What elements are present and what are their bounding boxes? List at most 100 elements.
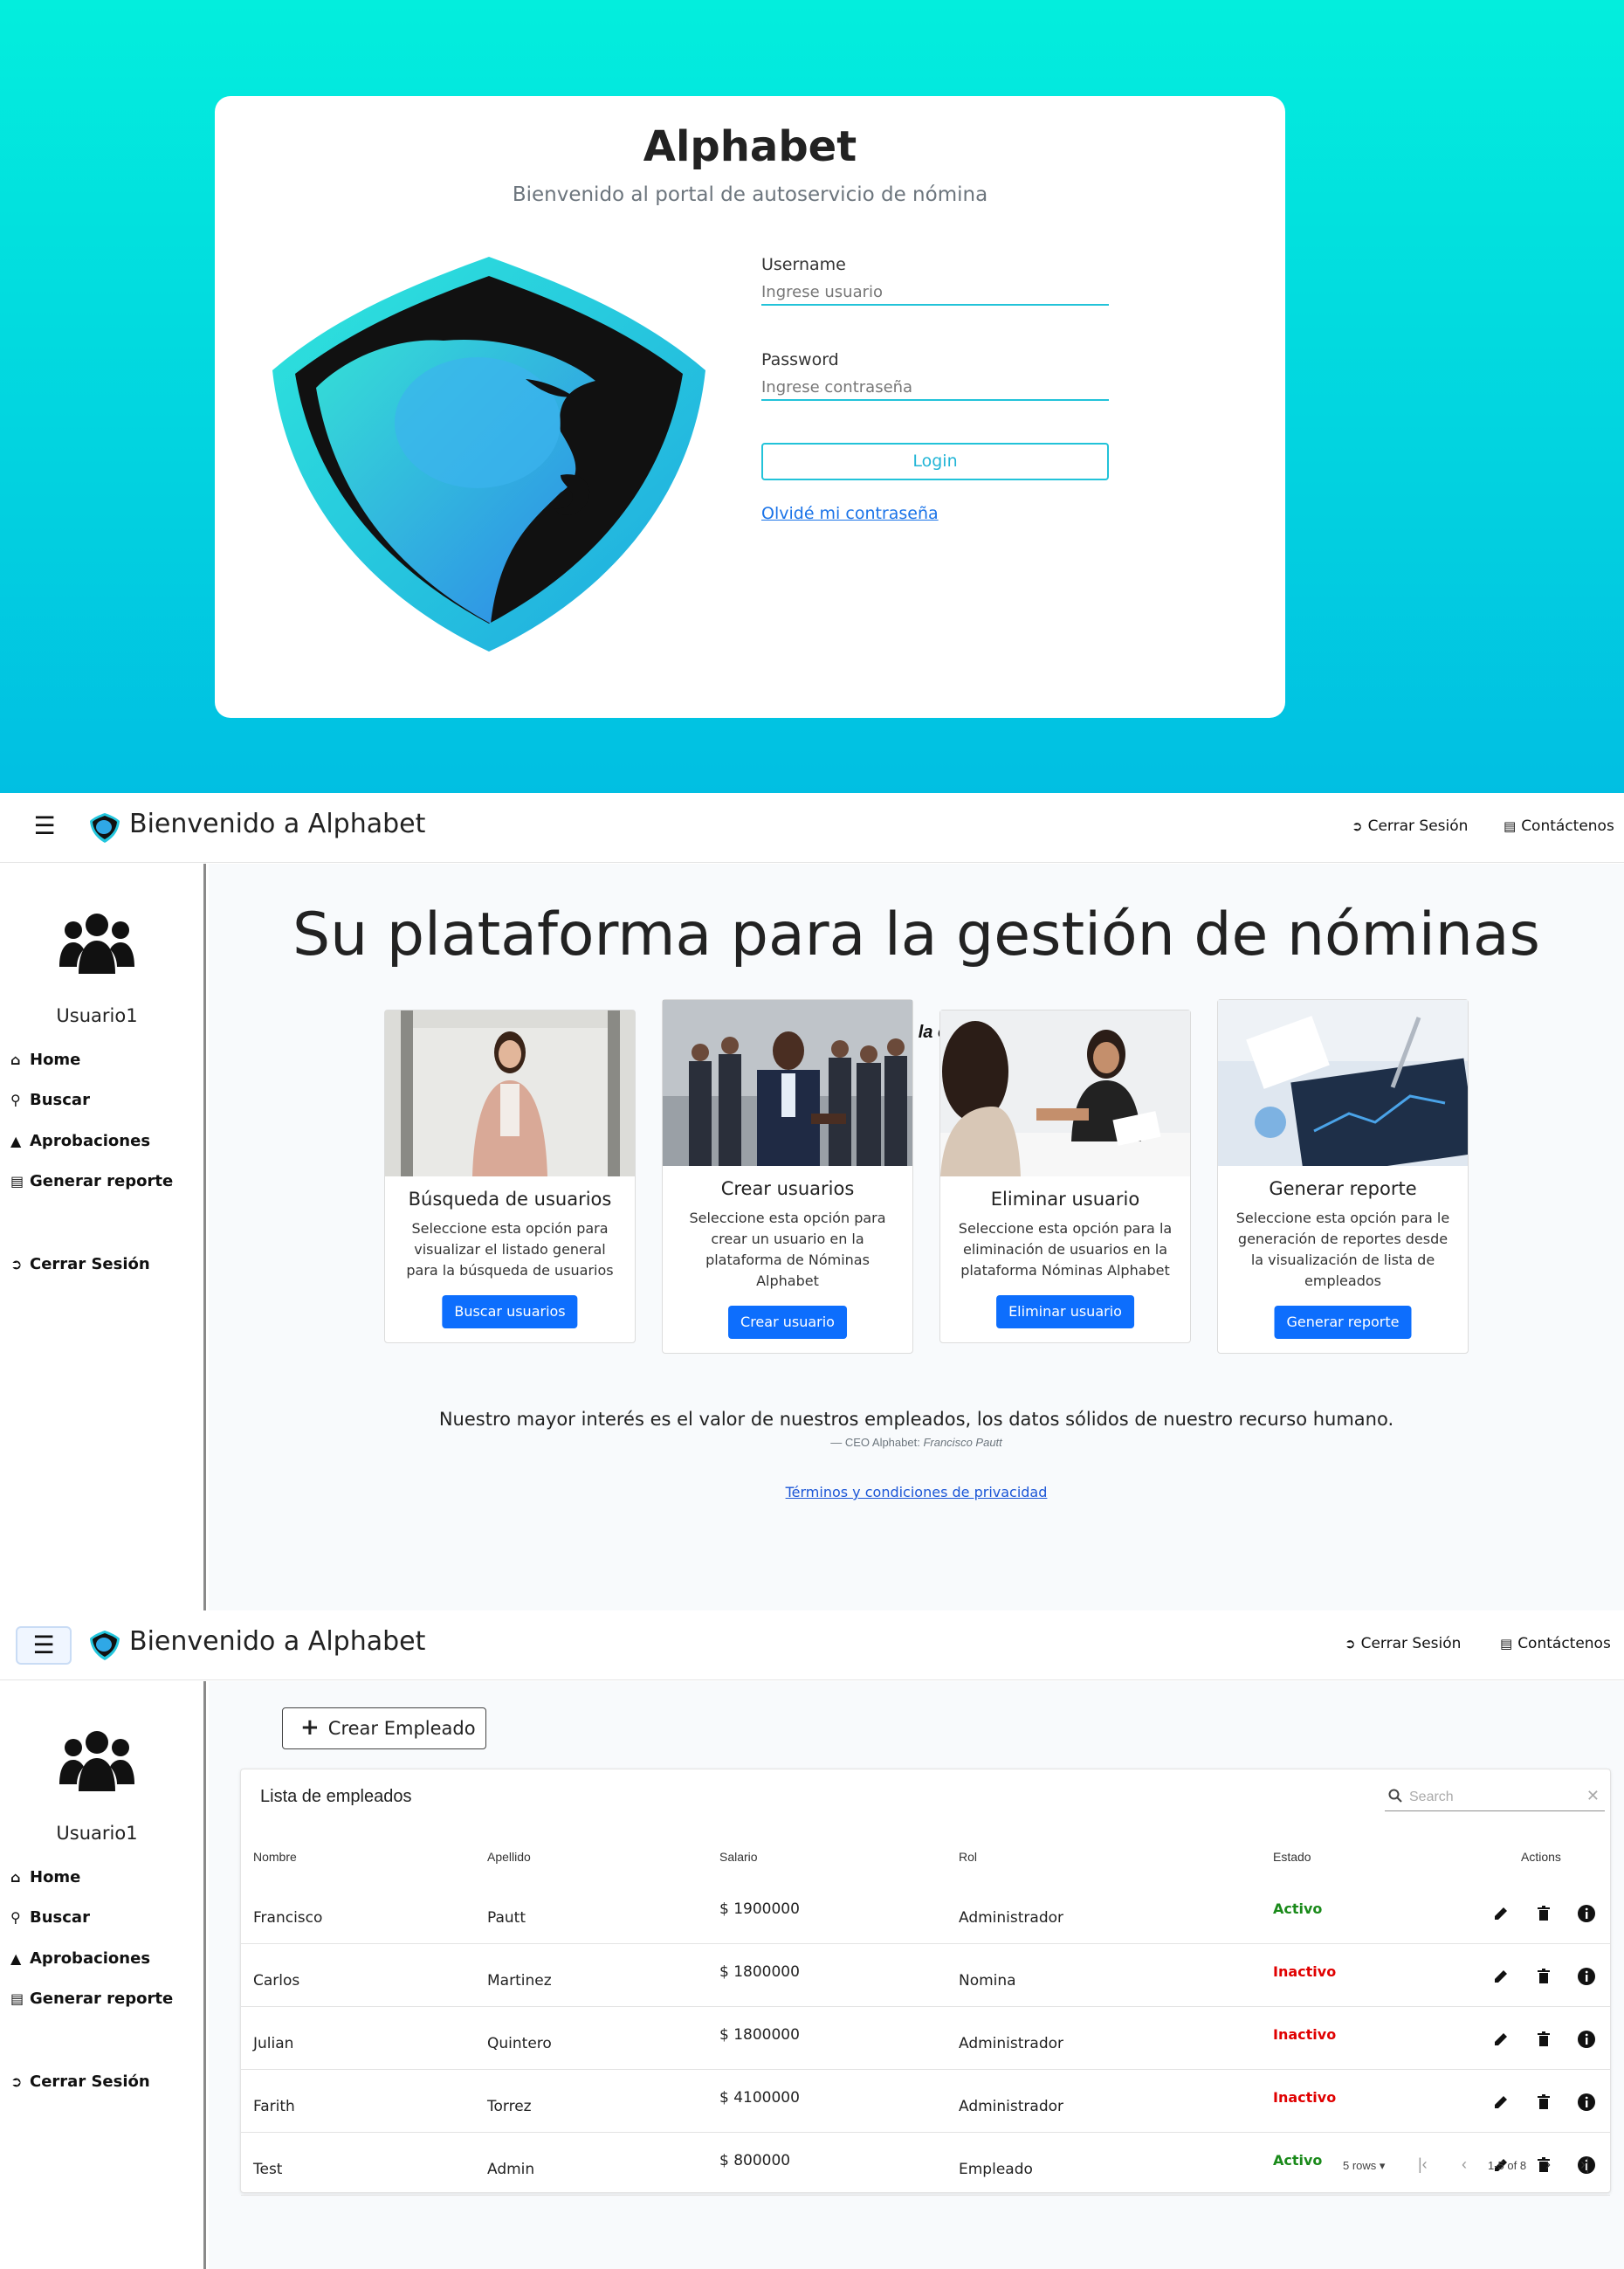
next-page-icon[interactable]: › — [1545, 2155, 1551, 2174]
cell-nombre: Test — [253, 2161, 283, 2178]
sidebar-item-label: Buscar — [30, 1908, 90, 1927]
info-icon[interactable] — [1577, 1904, 1596, 1923]
cell-nombre: Francisco — [253, 1909, 323, 1927]
column-header-estado[interactable]: Estado — [1273, 1850, 1311, 1864]
edit-icon[interactable] — [1491, 1904, 1510, 1923]
sidebar-item-label: Aprobaciones — [30, 1949, 151, 1968]
info-icon[interactable] — [1577, 1967, 1596, 1986]
cell-salario: $ 800000 — [719, 2152, 791, 2169]
search-input[interactable] — [1409, 1787, 1575, 1808]
edit-icon[interactable] — [1491, 1967, 1510, 1986]
sidebar-item-home[interactable]: ⌂ Home — [10, 1868, 80, 1886]
menu-icon[interactable]: ☰ — [31, 814, 58, 840]
user-name: Usuario1 — [56, 1005, 138, 1026]
first-page-icon[interactable]: |‹ — [1418, 2155, 1428, 2174]
page-range: 1-5 of 8 — [1488, 2159, 1527, 2172]
file-icon: ▤ — [10, 1173, 24, 1190]
column-header-salario[interactable]: Salario — [719, 1850, 758, 1864]
delete-icon[interactable] — [1534, 1967, 1553, 1986]
status-badge: Activo — [1273, 1900, 1323, 1917]
sidebar-item-aprobaciones[interactable]: ▲ Aprobaciones — [10, 1949, 150, 1968]
cell-rol: Nomina — [959, 1972, 1016, 1990]
password-label: Password — [761, 350, 839, 369]
info-icon[interactable] — [1577, 2030, 1596, 2049]
sidebar-item-label: Buscar — [30, 1091, 90, 1109]
info-icon[interactable] — [1577, 2093, 1596, 2112]
cell-apellido: Martinez — [487, 1972, 552, 1990]
address-card-icon: ▤ — [1500, 1636, 1513, 1652]
logout-nav-link[interactable]: ➲ Cerrar Sesión — [1345, 1635, 1461, 1652]
sidebar-item-generar-reporte[interactable]: ▤ Generar reporte — [10, 1990, 173, 2008]
cell-apellido: Quintero — [487, 2035, 552, 2052]
sidebar-item-buscar[interactable]: ⚲ Buscar — [10, 1091, 90, 1109]
column-header-rol[interactable]: Rol — [959, 1850, 977, 1864]
login-button[interactable]: Login — [761, 443, 1109, 480]
brand-logo-icon — [90, 813, 120, 843]
contact-nav-link[interactable]: ▤ Contáctenos — [1504, 817, 1614, 835]
sidebar-logout[interactable]: ➲ Cerrar Sesión — [10, 1255, 150, 1273]
edit-icon[interactable] — [1491, 2093, 1510, 2112]
prev-page-icon[interactable]: ‹ — [1462, 2155, 1467, 2174]
buscar-usuarios-button[interactable]: Buscar usuarios — [442, 1295, 578, 1328]
card-text: Seleccione esta opción para le generació… — [1235, 1210, 1450, 1289]
employees-screen: ☰ Bienvenido a Alphabet ➲ Cerrar Sesión ▤… — [0, 1610, 1624, 2269]
sign-out-icon: ➲ — [10, 2073, 23, 2090]
contact-nav-link[interactable]: ▤ Contáctenos — [1500, 1635, 1611, 1652]
rows-per-page-select[interactable]: 5 rows ▾ — [1343, 2159, 1385, 2173]
table-row: Test Admin $ 800000 Empleado Activo — [241, 2133, 1610, 2196]
sidebar-logout[interactable]: ➲ Cerrar Sesión — [10, 2072, 150, 2091]
card-title: Crear usuarios — [720, 1178, 855, 1199]
delete-icon[interactable] — [1534, 1904, 1553, 1923]
sidebar-item-label: Home — [30, 1868, 81, 1886]
sidebar-item-home[interactable]: ⌂ Home — [10, 1051, 80, 1069]
thumbs-up-icon: ▲ — [10, 1133, 22, 1149]
home-icon: ⌂ — [10, 1869, 21, 1886]
dashboard-screen: ☰ Bienvenido a Alphabet ➲ Cerrar Sesión ▤… — [0, 793, 1624, 1610]
generar-reporte-button[interactable]: Generar reporte — [1274, 1306, 1412, 1339]
menu-icon[interactable]: ☰ — [16, 1626, 72, 1665]
users-group-icon — [59, 1731, 134, 1791]
crear-usuario-button[interactable]: Crear usuario — [728, 1306, 847, 1339]
card-title: Generar reporte — [1269, 1178, 1417, 1199]
photo-businesswoman — [385, 1010, 635, 1176]
crear-empleado-label: Crear Empleado — [327, 1718, 476, 1739]
logout-nav-link[interactable]: ➲ Cerrar Sesión — [1352, 817, 1468, 835]
logout-label: Cerrar Sesión — [1360, 1635, 1462, 1652]
navbar: ☰ Bienvenido a Alphabet ➲ Cerrar Sesión ▤… — [0, 1610, 1624, 1680]
crear-empleado-button[interactable]: + Crear Empleado — [282, 1707, 486, 1749]
sidebar-item-generar-reporte[interactable]: ▤ Generar reporte — [10, 1172, 173, 1190]
brand-logo-icon — [90, 1631, 120, 1660]
card-text: Seleccione esta opción para la eliminaci… — [958, 1220, 1173, 1279]
password-input[interactable] — [761, 375, 1109, 401]
sidebar-item-label: Generar reporte — [30, 1172, 174, 1190]
page-title: Su plataforma para la gestión de nóminas — [292, 900, 1540, 969]
file-icon: ▤ — [10, 1990, 24, 2007]
sidebar-item-label: Generar reporte — [30, 1990, 174, 2008]
delete-icon[interactable] — [1534, 2093, 1553, 2112]
cell-rol: Administrador — [959, 2035, 1064, 2052]
sidebar-item-buscar[interactable]: ⚲ Buscar — [10, 1908, 90, 1927]
sidebar: Usuario1 ⌂ Home ⚲ Buscar ▲ Aprobaciones ▤ Ge… — [0, 864, 206, 1610]
status-badge: Inactivo — [1273, 2089, 1337, 2106]
column-header-nombre[interactable]: Nombre — [253, 1850, 297, 1864]
sidebar-item-label: Home — [30, 1051, 81, 1069]
table-row: Farith Torrez $ 4100000 Administrador Inacti… — [241, 2070, 1610, 2133]
contact-label: Contáctenos — [1521, 817, 1614, 835]
forgot-password-link[interactable]: Olvidé mi contraseña — [761, 504, 939, 523]
address-card-icon: ▤ — [1504, 818, 1517, 834]
search-icon: ⚲ — [10, 1092, 21, 1108]
last-page-icon[interactable]: ›| — [1580, 2155, 1590, 2174]
sidebar-item-aprobaciones[interactable]: ▲ Aprobaciones — [10, 1132, 150, 1150]
edit-icon[interactable] — [1491, 2030, 1510, 2049]
quote-author-prefix: — CEO Alphabet: — [830, 1436, 924, 1449]
cell-nombre: Carlos — [253, 1972, 300, 1990]
terms-link[interactable]: Términos y condiciones de privacidad — [209, 1484, 1624, 1500]
cell-rol: Administrador — [959, 1909, 1064, 1927]
clear-search-icon[interactable]: ✕ — [1586, 1787, 1600, 1805]
column-header-apellido[interactable]: Apellido — [487, 1850, 531, 1864]
delete-icon[interactable] — [1534, 2030, 1553, 2049]
quote-author: — CEO Alphabet: Francisco Pautt — [209, 1436, 1624, 1449]
sidebar-item-label: Aprobaciones — [30, 1132, 151, 1150]
username-input[interactable] — [761, 279, 1109, 306]
eliminar-usuario-button[interactable]: Eliminar usuario — [996, 1295, 1134, 1328]
